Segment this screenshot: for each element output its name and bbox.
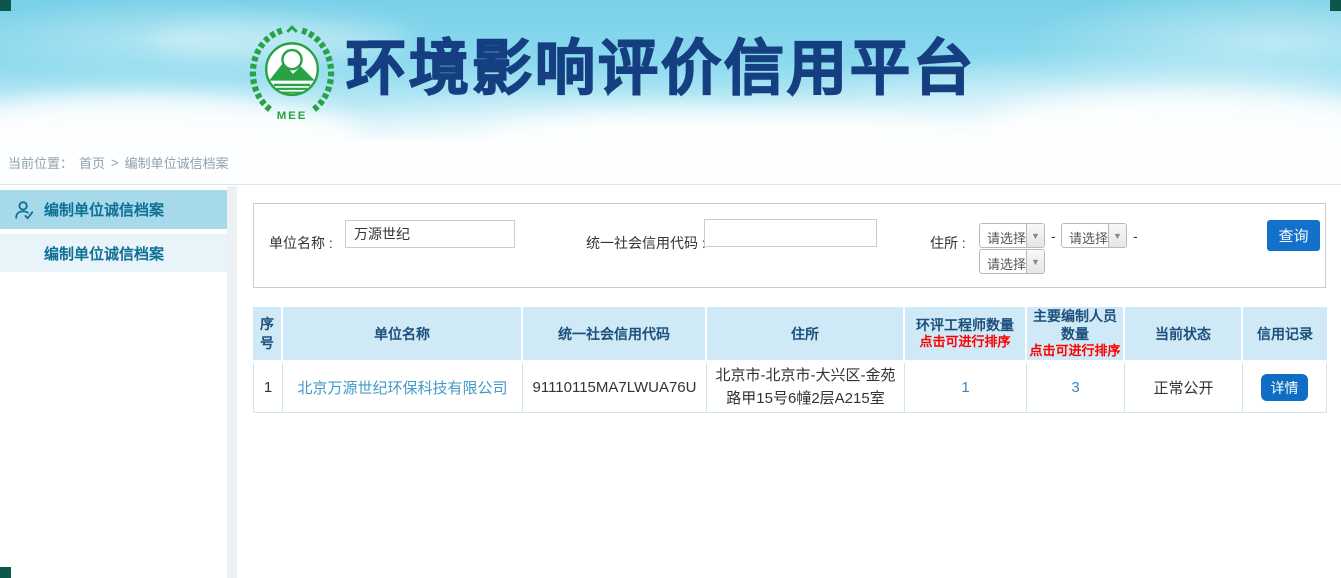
breadcrumb-prefix: 当前位置：	[8, 153, 73, 172]
chevron-down-icon: ▼	[1026, 250, 1044, 273]
company-name-input[interactable]	[345, 220, 515, 248]
cell-address: 北京市-北京市-大兴区-金苑路甲15号6幢2层A215室	[707, 363, 905, 413]
breadcrumb-separator: >	[111, 155, 119, 170]
sidebar: 编制单位诚信档案 编制单位诚信档案	[0, 190, 227, 272]
cell-status: 正常公开	[1125, 363, 1243, 413]
table-header-row: 序号 单位名称 统一社会信用代码 住所 环评工程师数量 点击可进行排序 主要编制…	[253, 307, 1327, 363]
col-header-staff-count-label: 主要编制人员数量	[1033, 308, 1117, 342]
page: MEE 环境影响评价信用平台 当前位置： 首页 > 编制单位诚信档案 编制单位诚…	[0, 0, 1341, 578]
query-button[interactable]: 查询	[1267, 220, 1320, 251]
cell-company: 北京万源世纪环保科技有限公司	[283, 363, 523, 413]
district-select-value: 请选择	[980, 250, 1026, 273]
sidebar-subitem-credit-archive[interactable]: 编制单位诚信档案	[0, 234, 227, 272]
page-title: 环境影响评价信用平台	[346, 36, 976, 102]
detail-button[interactable]: 详情	[1261, 374, 1308, 401]
table-row: 1 北京万源世纪环保科技有限公司 91110115MA7LWUA76U 北京市-…	[253, 363, 1327, 413]
cell-index: 1	[253, 363, 283, 413]
mee-logo-icon: MEE	[249, 24, 335, 122]
company-link[interactable]: 北京万源世纪环保科技有限公司	[297, 380, 507, 397]
col-header-credit-record: 信用记录	[1243, 307, 1327, 363]
sort-hint: 点击可进行排序	[1029, 343, 1121, 360]
cell-engineer-count: 1	[905, 363, 1027, 413]
site-header: MEE 环境影响评价信用平台	[0, 0, 1341, 140]
col-header-index: 序号	[253, 307, 283, 363]
cell-staff-count: 3	[1027, 363, 1125, 413]
city-select[interactable]: 请选择 ▼	[1061, 223, 1127, 248]
col-header-credit-code: 统一社会信用代码	[523, 307, 707, 363]
col-header-staff-count-sort[interactable]: 主要编制人员数量 点击可进行排序	[1027, 307, 1125, 363]
corner-artifact	[0, 0, 11, 11]
cell-credit-code: 91110115MA7LWUA76U	[523, 363, 707, 413]
corner-artifact	[0, 567, 11, 578]
breadcrumb: 当前位置： 首页 > 编制单位诚信档案	[0, 140, 1341, 185]
results-table: 序号 单位名称 统一社会信用代码 住所 环评工程师数量 点击可进行排序 主要编制…	[253, 307, 1327, 413]
cloud-decoration	[980, 90, 1341, 140]
company-name-label: 单位名称 :	[269, 233, 333, 253]
province-select[interactable]: 请选择 ▼	[979, 223, 1045, 248]
person-check-icon	[13, 199, 35, 221]
breadcrumb-current: 编制单位诚信档案	[125, 153, 229, 172]
address-dash: -	[1133, 228, 1138, 244]
cell-credit-record: 详情	[1243, 363, 1327, 413]
staff-count-link[interactable]: 3	[1071, 379, 1079, 396]
col-header-company: 单位名称	[283, 307, 523, 363]
sidebar-subitem-label: 编制单位诚信档案	[44, 243, 164, 264]
credit-code-input[interactable]	[704, 219, 877, 247]
engineer-count-link[interactable]: 1	[961, 379, 969, 396]
district-select[interactable]: 请选择 ▼	[979, 249, 1045, 274]
cloud-decoration	[480, 110, 1000, 140]
address-label: 住所 :	[930, 233, 966, 253]
city-select-value: 请选择	[1062, 224, 1108, 247]
chevron-down-icon: ▼	[1108, 224, 1126, 247]
col-header-status: 当前状态	[1125, 307, 1243, 363]
sidebar-item-label: 编制单位诚信档案	[44, 199, 164, 220]
col-header-address: 住所	[707, 307, 905, 363]
sidebar-divider	[227, 186, 237, 578]
breadcrumb-home-link[interactable]: 首页	[79, 153, 105, 172]
corner-artifact	[1330, 0, 1341, 11]
search-panel: 单位名称 : 统一社会信用代码 : 住所 : 请选择 ▼ - 请选择 ▼ - 请…	[253, 203, 1326, 288]
svg-text:MEE: MEE	[277, 110, 308, 122]
credit-code-label: 统一社会信用代码 :	[586, 233, 706, 253]
sidebar-item-credit-archive[interactable]: 编制单位诚信档案	[0, 190, 227, 229]
province-select-value: 请选择	[980, 224, 1026, 247]
col-header-engineer-count-sort[interactable]: 环评工程师数量 点击可进行排序	[905, 307, 1027, 363]
address-dash: -	[1051, 228, 1056, 244]
col-header-engineer-count-label: 环评工程师数量	[916, 317, 1014, 333]
chevron-down-icon: ▼	[1026, 224, 1044, 247]
sort-hint: 点击可进行排序	[907, 334, 1023, 351]
